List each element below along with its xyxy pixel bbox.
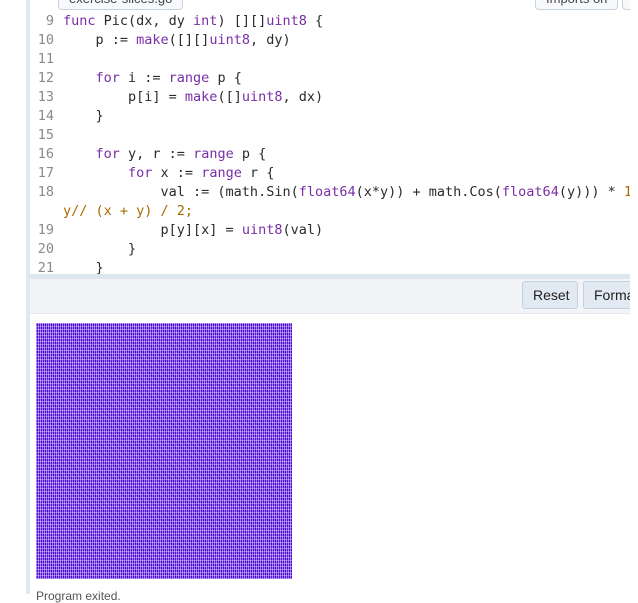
line-number: 17 [37, 165, 54, 181]
code-text: } [63, 108, 104, 124]
code-token: uint8 [241, 89, 283, 105]
code-token: { [306, 13, 324, 29]
code-line[interactable]: 16 for y, r := range p { [30, 145, 638, 164]
code-token: uint8 [266, 13, 307, 29]
code-token: p { [241, 146, 267, 162]
code-token: make [184, 89, 218, 105]
code-token: range [168, 70, 218, 86]
line-number: 16 [37, 146, 54, 162]
line-number: 12 [37, 70, 54, 86]
line-number: 14 [37, 108, 54, 124]
code-token: } [63, 108, 104, 124]
code-text: } [63, 241, 136, 257]
code-token: (y))) * [558, 184, 624, 200]
line-number: 10 [37, 32, 54, 48]
code-token: float64 [298, 184, 356, 200]
code-token: for [95, 146, 129, 162]
imports-toggle-button[interactable]: Imports on [535, 0, 619, 10]
right-gutter [630, 0, 638, 594]
code-token: range [193, 146, 242, 162]
code-token: Pic(dx, dy [103, 13, 194, 29]
code-token: float64 [501, 184, 559, 200]
code-line[interactable]: 20 } [30, 240, 638, 259]
code-line[interactable]: 19 p[y][x] = uint8(val) [30, 221, 638, 240]
code-line[interactable]: y// (x + y) / 2; [30, 202, 638, 221]
code-token: range [201, 165, 250, 181]
line-number: 15 [37, 127, 54, 143]
code-token: x := [160, 165, 202, 181]
editor-toolbar: Reset Format [30, 279, 638, 314]
code-token: for [95, 70, 129, 86]
code-line[interactable]: 18 val := (math.Sin(float64(x*y)) + math… [30, 183, 638, 202]
code-text: val := (math.Sin(float64(x*y)) + math.Co… [63, 184, 638, 200]
code-text: func Pic(dx, dy int) [][]uint8 { [63, 13, 323, 29]
top-bar: exercise-slices.go Imports on [30, 0, 638, 10]
line-number: 18 [37, 184, 54, 200]
line-number: 11 [37, 51, 54, 67]
program-output: Program exited. [30, 314, 630, 603]
code-line[interactable]: 9 func Pic(dx, dy int) [][]uint8 { [30, 12, 638, 31]
code-token: p[i] = [63, 89, 185, 105]
code-token: i := [128, 70, 169, 86]
code-text: } [63, 260, 104, 274]
code-token: , dy) [249, 32, 291, 48]
code-token: ) [][] [217, 13, 267, 29]
line-number: 9 [45, 13, 54, 29]
code-text: y// (x + y) / 2; [63, 203, 193, 219]
line-number: 13 [37, 89, 54, 105]
code-token: } [63, 260, 104, 274]
code-line[interactable]: 17 for x := range r { [30, 164, 638, 183]
code-text: p[y][x] = uint8(val) [63, 222, 324, 238]
code-token: func [63, 13, 104, 29]
code-token: p { [217, 70, 242, 86]
line-number: 21 [37, 260, 54, 274]
code-token: (x*y)) + math.Cos( [355, 184, 502, 200]
code-token: r { [249, 165, 275, 181]
code-token: uint8 [241, 222, 283, 238]
file-tab[interactable]: exercise-slices.go [58, 0, 184, 10]
code-token: for [128, 165, 161, 181]
code-text: for y, r := range p { [63, 146, 267, 162]
code-editor[interactable]: 9 func Pic(dx, dy int) [][]uint8 {10 p :=… [30, 12, 638, 274]
code-line[interactable]: 15 [30, 126, 638, 145]
line-number: 19 [37, 222, 54, 238]
code-token: ([] [217, 89, 242, 105]
code-text: p := make([][]uint8, dy) [63, 32, 291, 48]
code-token: p := [63, 32, 137, 48]
reset-button[interactable]: Reset [522, 281, 578, 309]
code-token: , dx) [282, 89, 324, 105]
code-token: uint8 [209, 32, 250, 48]
line-number: 20 [37, 241, 54, 257]
code-token: make [136, 32, 169, 48]
program-status: Program exited. [36, 589, 121, 603]
code-text: for x := range r { [63, 165, 274, 181]
code-text: for i := range p { [63, 70, 242, 86]
output-image [36, 323, 292, 579]
code-token: p[y][x] = [63, 222, 242, 238]
code-line[interactable]: 10 p := make([][]uint8, dy) [30, 31, 638, 50]
code-line[interactable]: 13 p[i] = make([]uint8, dx) [30, 88, 638, 107]
code-token: val := (math.Sin( [63, 184, 299, 200]
code-line[interactable]: 12 for i := range p { [30, 69, 638, 88]
code-text: p[i] = make([]uint8, dx) [63, 89, 323, 105]
code-token: y, r := [128, 146, 194, 162]
code-token: y// (x + y) / 2; [63, 203, 194, 219]
code-line[interactable]: 14 } [30, 107, 638, 126]
code-token: int [193, 13, 218, 29]
code-line[interactable]: 21 } [30, 259, 638, 274]
code-token: ([][] [168, 32, 210, 48]
code-token: (val) [282, 222, 324, 238]
code-token: } [63, 241, 137, 257]
code-line[interactable]: 11 [30, 50, 638, 69]
